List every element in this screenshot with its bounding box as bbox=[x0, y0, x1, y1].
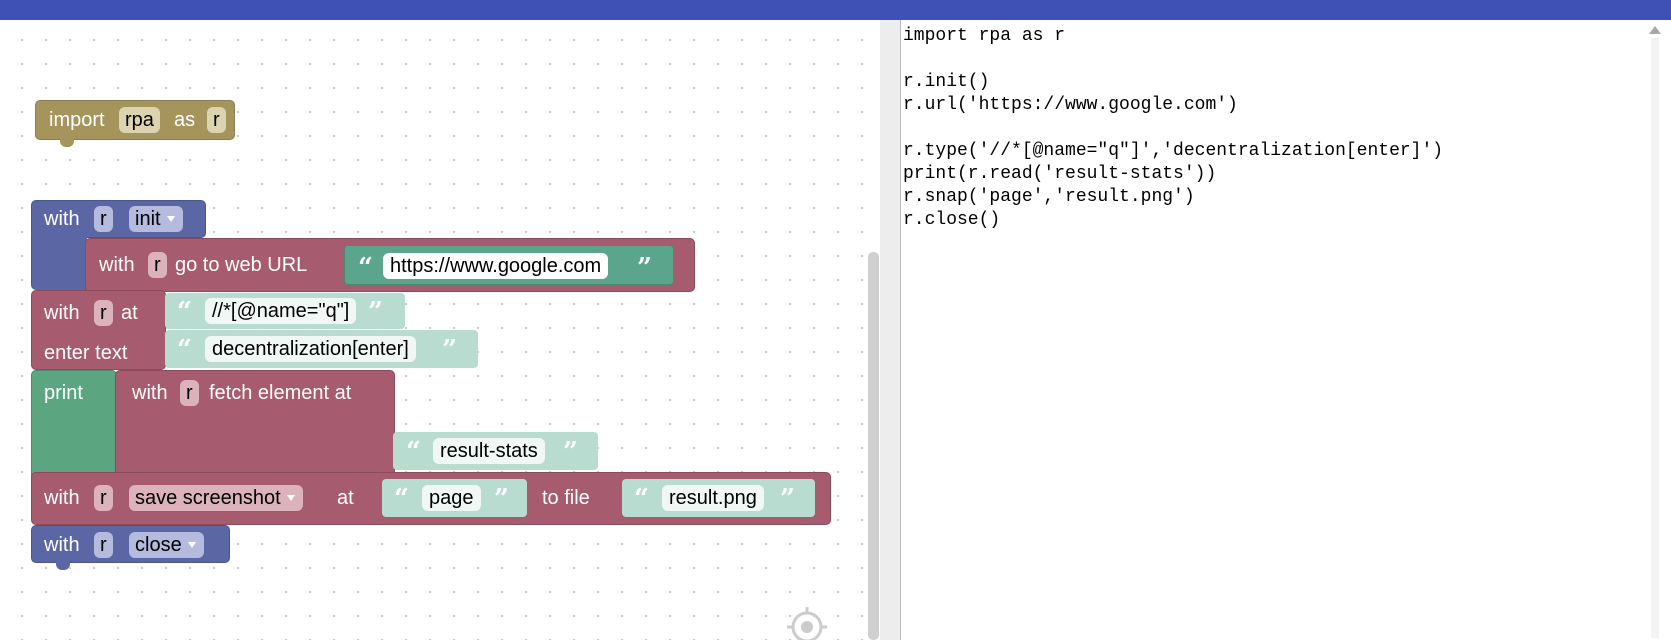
app-header-bar bbox=[0, 0, 1671, 20]
type-block[interactable]: with r at enter text bbox=[31, 290, 166, 370]
close-with-label: with bbox=[44, 534, 80, 556]
text-string-block[interactable]: “ decentralization[enter] ” bbox=[165, 330, 478, 368]
code-line: r.type('//*[@name="q"]','decentralizatio… bbox=[903, 141, 1444, 161]
blockly-workspace[interactable]: import rpa as r with r init with r go to… bbox=[0, 20, 875, 640]
snap-at-label: at bbox=[337, 487, 354, 509]
url-var-field[interactable]: r bbox=[148, 252, 167, 278]
dropdown-arrow-icon bbox=[286, 495, 295, 501]
fetch-with-label: with bbox=[132, 382, 168, 404]
element-string-block[interactable]: “ result-stats ” bbox=[393, 432, 598, 470]
panel-splitter[interactable] bbox=[880, 20, 901, 640]
module-name-field[interactable]: rpa bbox=[119, 107, 160, 133]
file-value-field[interactable]: result.png bbox=[662, 485, 764, 511]
as-keyword: as bbox=[174, 109, 196, 131]
open-quote-icon: “ bbox=[177, 335, 192, 365]
enter-text-label: enter text bbox=[44, 342, 128, 364]
snap-action-dropdown[interactable]: save screenshot bbox=[129, 485, 303, 511]
snap-var-field[interactable]: r bbox=[94, 485, 113, 511]
init-block-spine bbox=[31, 234, 87, 290]
import-block-notch bbox=[60, 139, 74, 147]
url-with-label: with bbox=[99, 254, 135, 276]
init-action-value: init bbox=[135, 208, 161, 230]
element-value-field[interactable]: result-stats bbox=[433, 438, 545, 464]
close-action-dropdown[interactable]: close bbox=[129, 532, 204, 558]
code-editor[interactable]: import rpa as r r.init() r.url('https://… bbox=[901, 20, 1661, 640]
to-file-label: to file bbox=[542, 487, 590, 509]
code-line: r.init() bbox=[903, 72, 990, 92]
close-quote-icon: ” bbox=[494, 484, 509, 514]
init-var-field[interactable]: r bbox=[94, 206, 113, 232]
snap-action-value: save screenshot bbox=[135, 487, 281, 509]
type-at-label: at bbox=[121, 302, 138, 324]
import-block[interactable]: import rpa as r bbox=[35, 100, 235, 140]
import-keyword: import bbox=[49, 109, 105, 131]
init-block[interactable]: with r init bbox=[31, 200, 206, 238]
close-quote-icon: ” bbox=[442, 335, 457, 365]
print-label: print bbox=[44, 382, 83, 404]
open-quote-icon: “ bbox=[634, 484, 649, 514]
target-string-block[interactable]: “ page ” bbox=[382, 479, 527, 517]
code-line: r.url('https://www.google.com') bbox=[903, 95, 1238, 115]
close-quote-icon: ” bbox=[780, 484, 795, 514]
text-value-field[interactable]: decentralization[enter] bbox=[205, 336, 416, 362]
url-value-field[interactable]: https://www.google.com bbox=[383, 253, 609, 279]
code-line: r.snap('page','result.png') bbox=[903, 187, 1195, 207]
type-var-field[interactable]: r bbox=[94, 300, 113, 326]
close-action-value: close bbox=[135, 534, 182, 556]
close-quote-icon: ” bbox=[563, 437, 578, 467]
fetch-var-field[interactable]: r bbox=[180, 380, 199, 406]
open-quote-icon: “ bbox=[406, 437, 421, 467]
editor-scrollbar[interactable] bbox=[1651, 38, 1659, 638]
url-action-label: go to web URL bbox=[175, 254, 308, 276]
code-line: import rpa as r bbox=[903, 26, 1066, 46]
init-action-dropdown[interactable]: init bbox=[129, 206, 183, 232]
snap-block[interactable]: with r save screenshot at “ page ” to fi… bbox=[31, 472, 831, 525]
dropdown-arrow-icon bbox=[166, 216, 175, 222]
workspace-scrollbar[interactable] bbox=[868, 252, 879, 640]
fetch-element-label: fetch element at bbox=[209, 382, 352, 404]
close-var-field[interactable]: r bbox=[94, 532, 113, 558]
open-quote-icon: “ bbox=[358, 253, 373, 283]
scroll-up-icon[interactable] bbox=[1649, 26, 1661, 34]
close-block[interactable]: with r close bbox=[31, 525, 230, 563]
open-quote-icon: “ bbox=[394, 484, 409, 514]
selector-string-block[interactable]: “ //*[@name="q"] ” bbox=[165, 293, 405, 329]
open-quote-icon: “ bbox=[177, 297, 192, 327]
close-quote-icon: ” bbox=[637, 253, 652, 283]
close-block-notch bbox=[56, 562, 70, 570]
url-block[interactable]: with r go to web URL “ https://www.googl… bbox=[85, 238, 695, 292]
snap-with-label: with bbox=[44, 487, 80, 509]
file-string-block[interactable]: “ result.png ” bbox=[622, 479, 815, 517]
target-value-field[interactable]: page bbox=[422, 485, 481, 511]
url-string-block[interactable]: “ https://www.google.com ” bbox=[344, 245, 674, 285]
alias-field[interactable]: r bbox=[207, 107, 226, 133]
code-line: r.close() bbox=[903, 210, 1001, 230]
selector-value-field[interactable]: //*[@name="q"] bbox=[205, 298, 357, 324]
recenter-icon[interactable] bbox=[785, 605, 829, 640]
dropdown-arrow-icon bbox=[187, 542, 196, 548]
code-line: print(r.read('result-stats')) bbox=[903, 164, 1217, 184]
close-quote-icon: ” bbox=[368, 297, 383, 327]
init-with-label: with bbox=[44, 208, 80, 230]
type-with-label: with bbox=[44, 302, 80, 324]
